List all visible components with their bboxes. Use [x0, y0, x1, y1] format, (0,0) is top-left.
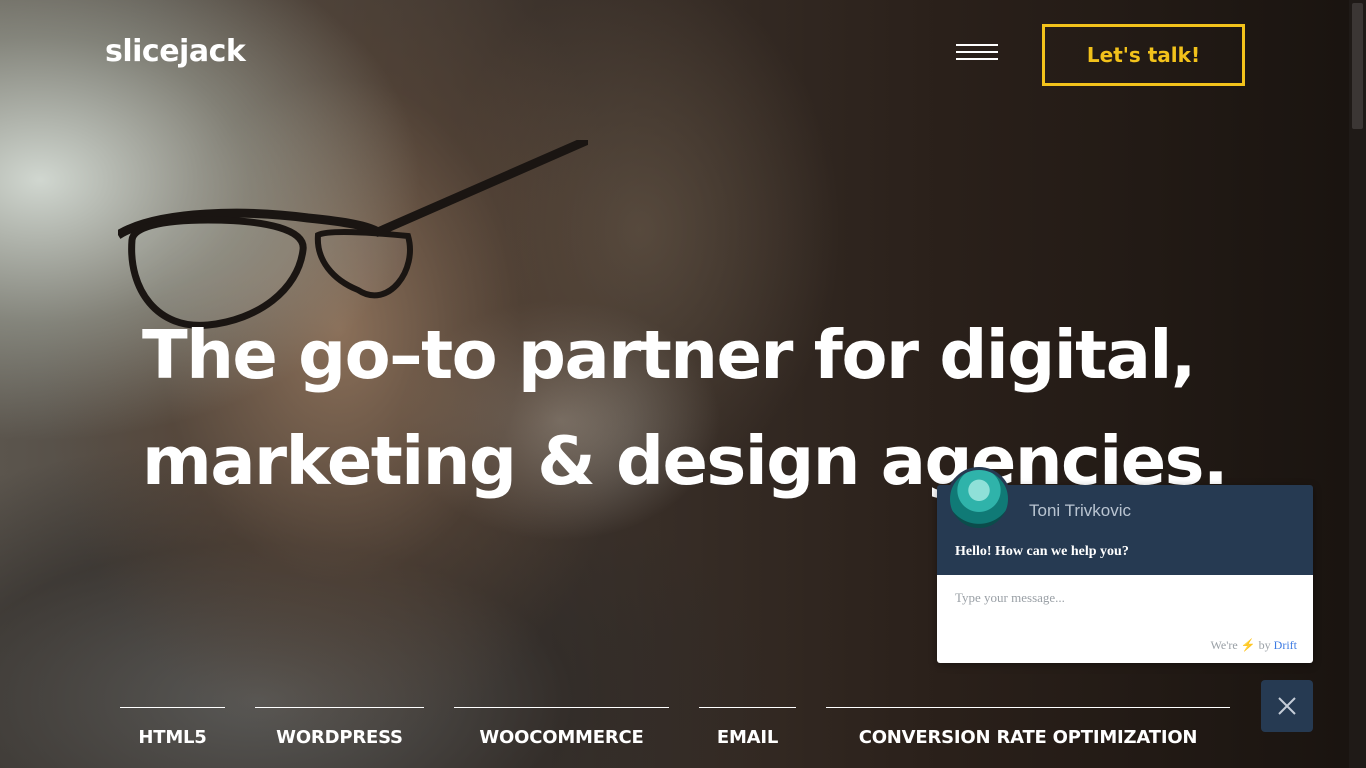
chat-header: Toni Trivkovic Hello! How can we help yo… — [937, 467, 1313, 575]
powered-prefix: We're — [1210, 638, 1238, 652]
agent-name: Toni Trivkovic — [1029, 501, 1132, 520]
services-nav: HTML5 WORDPRESS WOOCOMMERCE EMAIL CONVER… — [120, 707, 1230, 768]
service-conversion-rate-optimization[interactable]: CONVERSION RATE OPTIMIZATION — [826, 707, 1230, 768]
lightning-bolt-icon: ⚡ — [1240, 638, 1256, 652]
headline-line-1: The go–to partner for digital, — [142, 316, 1196, 394]
powered-by-text: by — [1258, 638, 1271, 652]
close-icon — [1278, 697, 1296, 715]
menu-line — [956, 51, 998, 53]
chat-message-input[interactable] — [953, 589, 1297, 607]
lets-talk-button[interactable]: Let's talk! — [1042, 24, 1245, 86]
page-scrollbar[interactable] — [1349, 0, 1366, 768]
service-woocommerce[interactable]: WOOCOMMERCE — [454, 707, 669, 768]
menu-line — [956, 58, 998, 60]
site-logo[interactable]: slicejack — [105, 34, 246, 69]
service-html5[interactable]: HTML5 — [120, 707, 225, 768]
drift-brand-link[interactable]: Drift — [1274, 638, 1297, 652]
hamburger-menu-icon[interactable] — [956, 44, 998, 64]
menu-line — [956, 44, 998, 46]
hero-headline: The go–to partner for digital, marketing… — [142, 302, 1262, 514]
chat-body: We're ⚡ by Drift — [937, 575, 1313, 663]
service-email[interactable]: EMAIL — [699, 707, 796, 768]
powered-by-drift[interactable]: We're ⚡ by Drift — [1211, 638, 1297, 653]
chat-widget: Toni Trivkovic Hello! How can we help yo… — [937, 467, 1313, 663]
chat-greeting: Hello! How can we help you? — [955, 544, 1129, 559]
chat-close-button[interactable] — [1261, 680, 1313, 732]
scrollbar-thumb[interactable] — [1352, 3, 1363, 129]
service-wordpress[interactable]: WORDPRESS — [255, 707, 424, 768]
agent-avatar — [947, 467, 1011, 531]
